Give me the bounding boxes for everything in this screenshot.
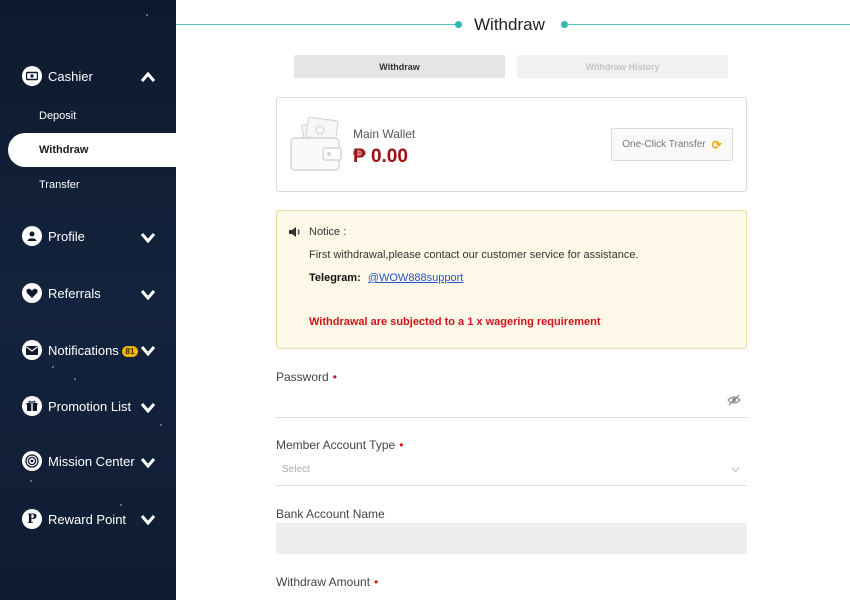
- sidebar-item-cashier[interactable]: Cashier: [0, 61, 176, 91]
- password-input[interactable]: [276, 392, 747, 416]
- tab-withdraw[interactable]: Withdraw: [294, 55, 505, 78]
- member-account-type-label: Member Account Type •: [276, 438, 404, 452]
- sidebar-item-label: Referrals: [48, 285, 101, 301]
- wallet-label: Main Wallet: [353, 127, 416, 141]
- refresh-icon: ⟳: [711, 137, 722, 152]
- cashier-icon: [22, 66, 42, 86]
- chevron-down-icon[interactable]: [140, 456, 156, 468]
- withdraw-amount-label: Withdraw Amount •: [276, 575, 379, 589]
- bank-account-name-input[interactable]: [276, 523, 747, 554]
- wallet-card: Main Wallet ₱ 0.00 One-Click Transfer ⟳: [276, 97, 747, 192]
- sidebar-item-label: Promotion List: [48, 398, 132, 414]
- notice-heading-text: Notice :: [309, 226, 347, 238]
- sidebar-item-label: Profile: [48, 228, 85, 244]
- star-decoration: [30, 480, 32, 482]
- notification-count-badge: 81: [122, 346, 138, 357]
- telegram-link[interactable]: @WOW888support: [368, 272, 464, 284]
- one-click-transfer-button[interactable]: One-Click Transfer ⟳: [611, 128, 733, 161]
- mail-icon: [22, 340, 42, 360]
- telegram-label: Telegram:: [309, 272, 361, 284]
- member-account-type-underline: [276, 485, 747, 486]
- points-icon: P: [22, 509, 42, 529]
- notice-telegram: Telegram: @WOW888support: [309, 272, 463, 284]
- chevron-down-icon[interactable]: [140, 513, 156, 525]
- notice-heading: Notice :: [289, 226, 346, 238]
- required-mark: •: [399, 438, 404, 452]
- sidebar-item-referrals[interactable]: Referrals: [0, 278, 176, 308]
- heart-icon: [22, 283, 42, 303]
- chevron-down-icon[interactable]: [140, 401, 156, 413]
- sidebar-item-label: Cashier: [48, 68, 93, 84]
- title-dot-left: [455, 21, 462, 28]
- chevron-down-icon: [731, 467, 740, 473]
- sidebar-subitem-deposit[interactable]: Deposit: [39, 110, 76, 122]
- sidebar: Cashier Deposit Withdraw Transfer Profil…: [0, 0, 176, 600]
- required-mark: •: [332, 370, 337, 384]
- title-divider-right: [566, 24, 850, 25]
- star-decoration: [52, 366, 54, 368]
- select-placeholder: Select: [282, 464, 310, 475]
- sidebar-item-promotion-list[interactable]: Promotion List: [0, 391, 176, 421]
- speaker-icon: [289, 227, 300, 237]
- transfer-button-label: One-Click Transfer: [622, 139, 706, 150]
- page-title: Withdraw: [474, 15, 545, 34]
- title-divider-left: [176, 24, 457, 25]
- member-account-type-select[interactable]: [276, 460, 747, 484]
- notice-box: Notice : First withdrawal,please contact…: [276, 210, 747, 349]
- gift-icon: [22, 396, 42, 416]
- password-underline: [276, 417, 747, 418]
- sidebar-subitem-withdraw[interactable]: Withdraw: [8, 133, 176, 167]
- chevron-down-icon[interactable]: [140, 344, 156, 356]
- sidebar-item-mission-center[interactable]: Mission Center: [0, 446, 176, 476]
- sidebar-item-notifications[interactable]: Notifications 81: [0, 335, 176, 365]
- star-decoration: [160, 424, 162, 426]
- sidebar-item-label: Mission Center: [48, 453, 135, 469]
- wallet-balance: ₱ 0.00: [353, 146, 408, 167]
- sidebar-item-label: Notifications: [48, 342, 119, 358]
- required-mark: •: [374, 575, 379, 589]
- chevron-up-icon[interactable]: [140, 71, 156, 83]
- password-label: Password •: [276, 370, 337, 384]
- eye-off-icon[interactable]: [727, 394, 741, 406]
- sidebar-subitem-transfer[interactable]: Transfer: [39, 179, 80, 191]
- user-icon: [22, 226, 42, 246]
- sidebar-item-profile[interactable]: Profile: [0, 221, 176, 251]
- tab-withdraw-history[interactable]: Withdraw History: [517, 55, 728, 78]
- sidebar-item-label: Reward Point: [48, 511, 127, 527]
- bank-account-name-label: Bank Account Name: [276, 507, 385, 521]
- wagering-warning: Withdrawal are subjected to a 1 x wageri…: [309, 316, 601, 328]
- main-content: Withdraw Withdraw Withdraw History Main …: [176, 0, 850, 600]
- star-decoration: [146, 14, 148, 16]
- sidebar-subitem-label: Withdraw: [39, 144, 89, 156]
- chevron-down-icon[interactable]: [140, 231, 156, 243]
- chevron-down-icon[interactable]: [140, 288, 156, 300]
- target-icon: [22, 451, 42, 471]
- notice-message: First withdrawal,please contact our cust…: [309, 249, 639, 261]
- star-decoration: [74, 378, 76, 380]
- wallet-icon: [290, 116, 342, 171]
- sidebar-item-reward-point[interactable]: P Reward Point: [0, 504, 176, 534]
